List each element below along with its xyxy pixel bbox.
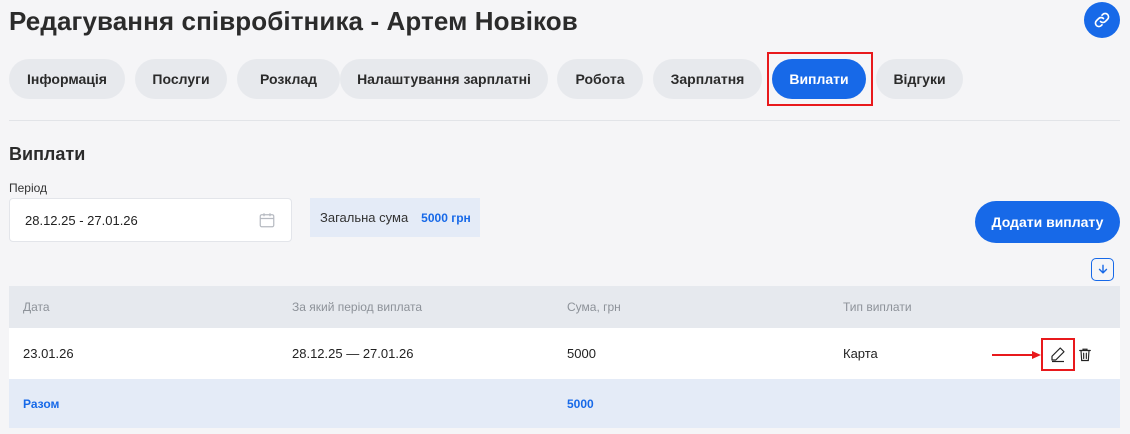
edit-payment-button[interactable]: [1041, 338, 1075, 370]
section-title: Виплати: [9, 144, 86, 164]
pencil-icon: [1051, 347, 1065, 363]
tab-salary-settings[interactable]: Налаштування зарплатні: [340, 59, 548, 99]
tab-work[interactable]: Робота: [557, 59, 643, 99]
tab-services[interactable]: Послуги: [135, 59, 227, 99]
divider: [9, 120, 1120, 121]
total-label: Загальна сума: [320, 210, 409, 225]
cell-period: 28.12.25 — 27.01.26: [292, 346, 414, 361]
link-icon: [1094, 12, 1110, 28]
total-value: 5000 грн: [421, 210, 471, 225]
table-total-row: Разом 5000: [9, 379, 1120, 428]
tab-information[interactable]: Інформація: [9, 59, 125, 99]
page-title: Редагування співробітника - Артем Новіко…: [9, 6, 578, 36]
header-type: Тип виплати: [843, 300, 912, 314]
cell-date: 23.01.26: [23, 346, 74, 361]
period-value: 28.12.25 - 27.01.26: [25, 212, 138, 228]
tab-reviews[interactable]: Відгуки: [876, 59, 963, 99]
header-date: Дата: [23, 300, 50, 314]
delete-payment-button[interactable]: [1076, 345, 1094, 363]
tab-payments[interactable]: Виплати: [772, 59, 866, 99]
tab-salary[interactable]: Зарплатня: [653, 59, 762, 99]
cell-type: Карта: [843, 346, 878, 361]
period-date-range-input[interactable]: 28.12.25 - 27.01.26: [9, 198, 292, 242]
header-period: За який період виплата: [292, 300, 423, 314]
add-payment-button[interactable]: Додати виплату: [975, 201, 1120, 243]
copy-link-button[interactable]: [1084, 2, 1120, 38]
table-header-row: Дата За який період виплата Сума, грн Ти…: [9, 286, 1120, 328]
calendar-icon: [259, 213, 275, 228]
trash-icon: [1079, 348, 1091, 361]
payments-table: Дата За який період виплата Сума, грн Ти…: [9, 286, 1120, 428]
total-sum-badge: Загальна сума 5000 грн: [310, 198, 480, 237]
tab-schedule[interactable]: Розклад: [237, 59, 340, 99]
download-icon: [1098, 264, 1107, 274]
total-row-amount: 5000: [567, 396, 594, 411]
cell-amount: 5000: [567, 346, 596, 361]
total-row-label: Разом: [23, 396, 60, 411]
table-row: 23.01.26 28.12.25 — 27.01.26 5000 Карта: [9, 328, 1120, 379]
period-label: Період: [9, 181, 48, 195]
arrow-right-icon: [992, 351, 1041, 359]
header-amount: Сума, грн: [567, 300, 621, 314]
download-button[interactable]: [1091, 258, 1114, 281]
